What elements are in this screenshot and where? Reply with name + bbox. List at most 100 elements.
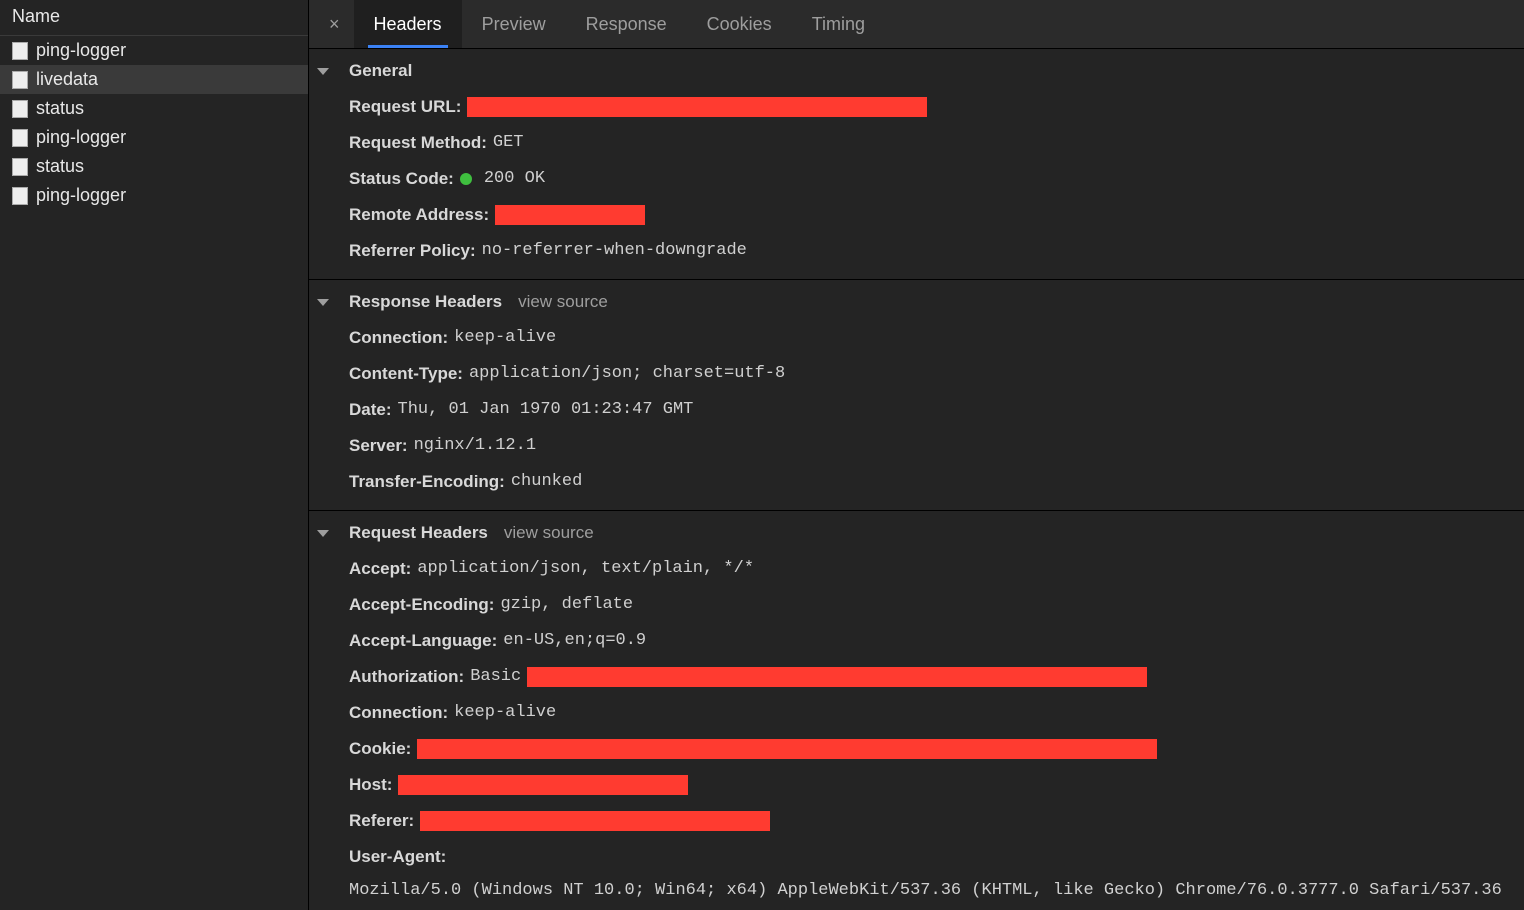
tab-response[interactable]: Response xyxy=(566,0,687,48)
header-key: User-Agent: xyxy=(349,843,446,871)
header-value: gzip, deflate xyxy=(500,591,633,619)
caret-down-icon xyxy=(317,68,329,75)
tab-cookies[interactable]: Cookies xyxy=(687,0,792,48)
header-row: Server:nginx/1.12.1 xyxy=(309,428,1524,464)
caret-down-icon xyxy=(317,299,329,306)
header-row: Accept-Language:en-US,en;q=0.9 xyxy=(309,623,1524,659)
header-row: Date:Thu, 01 Jan 1970 01:23:47 GMT xyxy=(309,392,1524,428)
tab-preview[interactable]: Preview xyxy=(462,0,566,48)
header-key: Server: xyxy=(349,432,408,460)
section-general: General Request URL: Request Method: GET… xyxy=(309,49,1524,279)
tabbar: × HeadersPreviewResponseCookiesTiming xyxy=(309,0,1524,49)
label-status-code: Status Code: xyxy=(349,165,454,193)
value-status-code: 200 OK xyxy=(484,165,545,193)
header-key: Connection: xyxy=(349,324,448,352)
request-row[interactable]: ping-logger xyxy=(0,123,308,152)
value-referrer-policy: no-referrer-when-downgrade xyxy=(482,237,747,265)
redacted-value xyxy=(417,739,1157,759)
header-value: chunked xyxy=(511,468,582,496)
file-icon xyxy=(12,187,28,205)
header-row: Authorization:Basic xyxy=(309,659,1524,695)
header-value: keep-alive xyxy=(454,324,556,352)
header-key: Accept: xyxy=(349,555,411,583)
request-row-label: ping-logger xyxy=(36,40,126,61)
request-list-panel: Name ping-loggerlivedatastatusping-logge… xyxy=(0,0,309,910)
status-dot-icon xyxy=(460,173,472,185)
header-row: Connection:keep-alive xyxy=(309,320,1524,356)
header-value: Mozilla/5.0 (Windows NT 10.0; Win64; x64… xyxy=(349,877,1516,910)
header-value: en-US,en;q=0.9 xyxy=(503,627,646,655)
section-response-header[interactable]: Response Headers view source xyxy=(309,288,1524,320)
header-key: Accept-Language: xyxy=(349,627,497,655)
section-response-headers: Response Headers view source Connection:… xyxy=(309,279,1524,510)
request-row[interactable]: livedata xyxy=(0,65,308,94)
header-value: application/json; charset=utf-8 xyxy=(469,360,785,388)
section-request-headers: Request Headers view source Accept:appli… xyxy=(309,510,1524,910)
label-request-method: Request Method: xyxy=(349,129,487,157)
header-key: Referer: xyxy=(349,807,414,835)
row-request-url: Request URL: xyxy=(309,89,1524,125)
redacted-value xyxy=(527,667,1147,687)
header-value: application/json, text/plain, */* xyxy=(417,555,754,583)
section-title: Request Headers xyxy=(349,523,488,543)
header-key: Accept-Encoding: xyxy=(349,591,494,619)
request-row[interactable]: ping-logger xyxy=(0,36,308,65)
label-request-url: Request URL: xyxy=(349,93,461,121)
tab-headers[interactable]: Headers xyxy=(354,0,462,48)
section-title: General xyxy=(349,61,412,81)
header-key: Host: xyxy=(349,771,392,799)
header-value: Thu, 01 Jan 1970 01:23:47 GMT xyxy=(398,396,694,424)
request-list: ping-logger livedata status ping-logger stat… xyxy=(0,36,308,210)
header-key: Cookie: xyxy=(349,735,411,763)
header-row: Content-Type:application/json; charset=u… xyxy=(309,356,1524,392)
request-row-label: ping-logger xyxy=(36,185,126,206)
header-value: nginx/1.12.1 xyxy=(414,432,536,460)
header-row: Connection:keep-alive xyxy=(309,695,1524,731)
header-row: Referer: xyxy=(309,803,1524,839)
header-key: Content-Type: xyxy=(349,360,463,388)
section-general-header[interactable]: General xyxy=(309,57,1524,89)
redacted-value xyxy=(398,775,688,795)
request-row-label: status xyxy=(36,98,84,119)
request-row[interactable]: ping-logger xyxy=(0,181,308,210)
file-icon xyxy=(12,129,28,147)
header-row: Cookie: xyxy=(309,731,1524,767)
request-row[interactable]: status xyxy=(0,152,308,181)
file-icon xyxy=(12,42,28,60)
view-source-link[interactable]: view source xyxy=(518,292,608,312)
header-value: keep-alive xyxy=(454,699,556,727)
row-request-method: Request Method: GET xyxy=(309,125,1524,161)
redacted-value xyxy=(467,97,927,117)
label-remote-address: Remote Address: xyxy=(349,201,489,229)
section-request-header[interactable]: Request Headers view source xyxy=(309,519,1524,551)
caret-down-icon xyxy=(317,530,329,537)
file-icon xyxy=(12,100,28,118)
header-row: Accept-Encoding:gzip, deflate xyxy=(309,587,1524,623)
row-remote-address: Remote Address: xyxy=(309,197,1524,233)
request-row-label: livedata xyxy=(36,69,98,90)
header-row: Host: xyxy=(309,767,1524,803)
sidebar-header-name[interactable]: Name xyxy=(0,0,308,36)
view-source-link[interactable]: view source xyxy=(504,523,594,543)
row-status-code: Status Code: 200 OK xyxy=(309,161,1524,197)
redacted-value xyxy=(420,811,770,831)
file-icon xyxy=(12,71,28,89)
header-value: Basic xyxy=(470,663,521,691)
tab-timing[interactable]: Timing xyxy=(792,0,885,48)
section-title: Response Headers xyxy=(349,292,502,312)
header-key: Connection: xyxy=(349,699,448,727)
request-row-label: ping-logger xyxy=(36,127,126,148)
header-key: Transfer-Encoding: xyxy=(349,468,505,496)
header-row: Transfer-Encoding:chunked xyxy=(309,464,1524,500)
detail-panel: × HeadersPreviewResponseCookiesTiming Ge… xyxy=(309,0,1524,910)
request-row[interactable]: status xyxy=(0,94,308,123)
label-referrer-policy: Referrer Policy: xyxy=(349,237,476,265)
row-referrer-policy: Referrer Policy: no-referrer-when-downgr… xyxy=(309,233,1524,269)
header-key: Authorization: xyxy=(349,663,464,691)
header-row: Accept:application/json, text/plain, */* xyxy=(309,551,1524,587)
headers-panel: General Request URL: Request Method: GET… xyxy=(309,49,1524,910)
redacted-value xyxy=(495,205,645,225)
close-icon[interactable]: × xyxy=(315,14,354,35)
value-request-method: GET xyxy=(493,129,524,157)
file-icon xyxy=(12,158,28,176)
